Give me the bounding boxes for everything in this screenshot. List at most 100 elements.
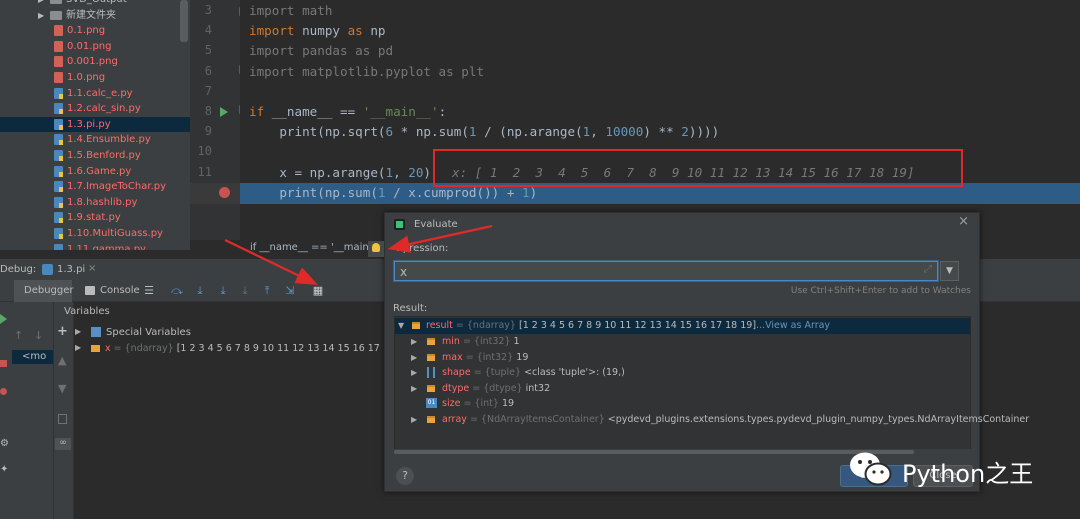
tree-item[interactable]: 1.9.stat.py	[0, 210, 190, 226]
expand-icon[interactable]: ▶	[411, 381, 417, 397]
expand-icon[interactable]: ▶	[411, 350, 417, 366]
tree-item[interactable]: 1.6.Game.py	[0, 164, 190, 180]
result-value: [1 2 3 4 5 6 7 8 9 10 11 12 13 14 15 16 …	[518, 320, 757, 331]
tree-item[interactable]: 1.1.calc_e.py	[0, 86, 190, 102]
field-icon	[427, 353, 435, 361]
breakpoint-icon[interactable]	[219, 187, 230, 198]
run-to-cursor-icon[interactable]: ⇲	[283, 285, 297, 297]
collapse-icon[interactable]: ▼	[398, 318, 404, 334]
tree-item[interactable]: ▶ 新建文件夹	[0, 8, 190, 24]
breadcrumb[interactable]: if __name__ == '__main__'	[240, 240, 385, 256]
result-child-row[interactable]: ▶ array = {NdArrayItemsContainer} <pydevd…	[395, 412, 1029, 428]
menu-icon[interactable]: ☰	[142, 285, 156, 297]
pycharm-icon	[394, 219, 405, 230]
python-file-icon	[54, 196, 63, 208]
result-child-row[interactable]: ▶ shape = {tuple} <class 'tuple'>: (19,)	[395, 365, 970, 381]
tree-item[interactable]: 1.5.Benford.py	[0, 148, 190, 164]
resume-icon[interactable]	[0, 314, 7, 324]
step-into-my-code-icon[interactable]: ⤓	[216, 285, 230, 297]
expand-editor-icon[interactable]: ⤢	[924, 264, 932, 275]
special-variables-row[interactable]: ▶ Special Variables	[74, 326, 394, 340]
glasses-icon[interactable]: ∞	[55, 438, 71, 450]
frame-row[interactable]: <mo	[12, 350, 53, 364]
tree-item[interactable]: 1.0.png	[0, 70, 190, 86]
run-gutter-icon[interactable]	[220, 107, 228, 117]
scroll-thumb[interactable]	[394, 450, 914, 454]
tree-item[interactable]: 0.1.png	[0, 23, 190, 39]
child-name: shape	[442, 367, 471, 379]
tree-item[interactable]: 1.8.hashlib.py	[0, 195, 190, 211]
force-step-into-icon[interactable]: ⤓	[238, 285, 252, 297]
down-arrow-icon[interactable]: ↓	[34, 329, 43, 342]
down-icon[interactable]: ▼	[58, 382, 66, 395]
expression-value: x	[400, 265, 408, 279]
expression-input[interactable]: x ⤢	[394, 261, 938, 281]
close-tab-icon[interactable]: ×	[88, 263, 96, 274]
expand-icon[interactable]: ▶	[411, 412, 417, 428]
result-child-row[interactable]: ▶ dtype = {dtype} int32	[395, 381, 970, 397]
result-root-row[interactable]: ▼ result = {ndarray} [1 2 3 4 5 6 7 8 9 1…	[395, 318, 970, 334]
line-number: 10	[197, 144, 212, 158]
expand-icon[interactable]: ▶	[75, 343, 81, 352]
tree-item[interactable]: 1.11.gamma.py	[0, 242, 190, 250]
child-value: 19	[516, 351, 529, 363]
up-arrow-icon[interactable]: ↑	[14, 329, 23, 342]
stop-icon[interactable]	[0, 360, 7, 367]
lightbulb-icon[interactable]	[368, 241, 384, 257]
breakpoints-icon[interactable]	[0, 388, 7, 395]
expand-icon[interactable]: ▶	[411, 365, 417, 381]
tree-scrollbar[interactable]	[180, 0, 188, 42]
child-value: <class 'tuple'>: (19,)	[524, 367, 625, 379]
tree-item-label: 1.10.MultiGuass.py	[67, 228, 163, 239]
variables-toolbar: + ▲ ▼ ∞	[54, 302, 74, 519]
history-dropdown[interactable]: ▼	[940, 261, 959, 281]
tree-item[interactable]: 1.4.Ensumble.py	[0, 132, 190, 148]
result-child-row[interactable]: ▶ min = {int32} 1	[395, 334, 970, 350]
expand-icon[interactable]: ▶	[75, 327, 81, 336]
tree-item-label: SVD_Output	[66, 0, 127, 8]
tree-item[interactable]: 1.2.calc_sin.py	[0, 101, 190, 117]
python-file-icon	[54, 228, 63, 239]
child-type: {tuple}	[484, 367, 522, 379]
dialog-title-bar[interactable]: Evaluate ×	[385, 213, 979, 235]
tree-item-label: 1.9.stat.py	[67, 212, 121, 224]
evaluate-expression-icon[interactable]: ▦	[311, 285, 325, 297]
tree-item[interactable]: 1.3.pi.py	[0, 116, 190, 133]
settings-icon[interactable]: ⚙	[0, 438, 9, 449]
expand-icon[interactable]: ▶	[411, 334, 417, 350]
up-icon[interactable]: ▲	[58, 354, 66, 367]
tree-item-label: 1.5.Benford.py	[67, 150, 141, 161]
tree-item[interactable]: ▶ SVD_Output	[0, 0, 190, 8]
chevron-right-icon[interactable]: ▶	[38, 8, 44, 24]
view-as-array-link[interactable]: ...View as Array	[756, 320, 830, 331]
result-child-row[interactable]: ▶ max = {int32} 19	[395, 350, 970, 366]
pin-icon[interactable]: ✦	[0, 464, 8, 475]
child-name: min	[442, 336, 460, 347]
help-button[interactable]: ?	[396, 467, 414, 485]
tree-item[interactable]: 1.7.ImageToChar.py	[0, 179, 190, 195]
child-type: {int}	[474, 398, 499, 410]
close-icon[interactable]: ×	[958, 214, 969, 229]
x-variable-row[interactable]: ▶ x = {ndarray} [1 2 3 4 5 6 7 8 9 10 11…	[74, 342, 394, 356]
image-file-icon	[54, 56, 63, 68]
python-file-icon	[54, 243, 63, 250]
result-child-row[interactable]: 01 size = {int} 19	[395, 396, 970, 412]
console-tab[interactable]: Console	[100, 285, 140, 296]
python-file-icon	[54, 87, 63, 99]
add-watch-icon[interactable]: +	[57, 324, 68, 339]
copy-icon[interactable]	[58, 414, 67, 424]
step-out-icon[interactable]: ⤒	[260, 285, 274, 297]
step-over-icon[interactable]: ⤼	[170, 285, 184, 297]
tree-item[interactable]: 1.10.MultiGuass.py	[0, 226, 190, 242]
result-tree: ▼ result = {ndarray} [1 2 3 4 5 6 7 8 9 1…	[394, 316, 1029, 453]
tree-item[interactable]: 0.001.png	[0, 54, 190, 70]
chevron-right-icon[interactable]: ▶	[38, 0, 44, 8]
tree-item[interactable]: 0.01.png	[0, 39, 190, 55]
step-into-icon[interactable]: ⤓	[193, 285, 207, 297]
console-icon	[85, 286, 95, 295]
debug-tab[interactable]: 1.3.pi	[57, 264, 85, 275]
child-value: int32	[525, 382, 551, 394]
debugger-tab[interactable]: Debugger	[24, 285, 74, 296]
python-file-icon	[54, 103, 63, 115]
tree-item-label: 1.6.Game.py	[67, 165, 132, 177]
